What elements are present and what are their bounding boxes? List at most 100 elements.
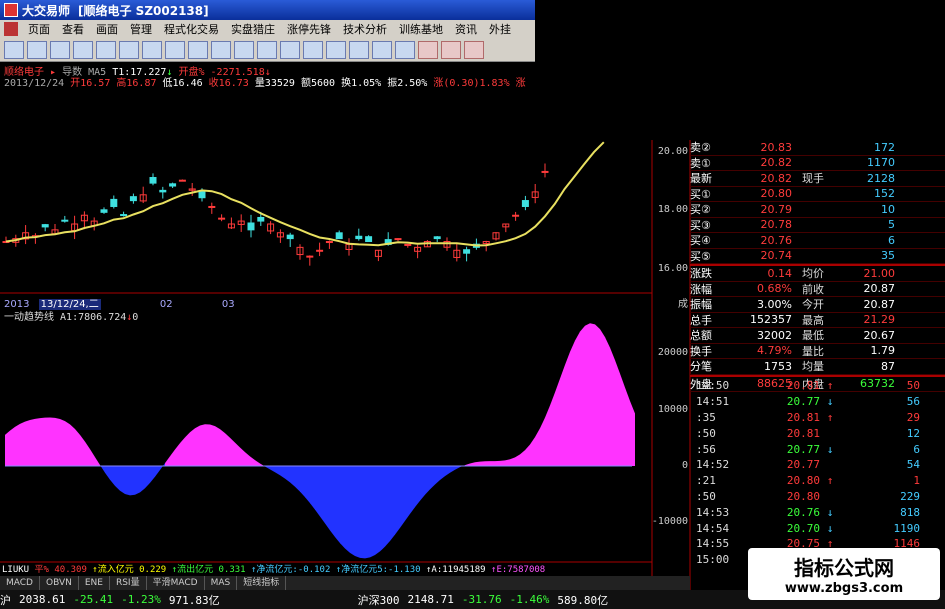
toolbar-button-icon[interactable] — [326, 40, 346, 59]
oscillator-bar — [245, 452, 250, 466]
candle-body — [169, 183, 177, 187]
toolbar-button-icon[interactable] — [395, 40, 415, 59]
quote-volume: 1170 — [867, 156, 895, 170]
oscillator-bar — [420, 466, 425, 501]
oscillator-bar — [440, 466, 445, 481]
capital-flow-bar: LIUKU 平% 40.309 ↑流入亿元 0.229 ↑流出亿元 0.331 … — [0, 562, 652, 576]
menu-page[interactable]: 页面 — [22, 21, 56, 37]
oscillator-bar — [525, 444, 530, 466]
tab-short-indicator[interactable]: 短线指标 — [237, 576, 287, 590]
tick-volume: 29 — [906, 410, 920, 424]
menu-program-trading[interactable]: 程式化交易 — [158, 21, 225, 37]
oscillator-bar — [25, 419, 30, 466]
tab-ene[interactable]: ENE — [79, 576, 110, 590]
quote-label2: 现手 — [802, 172, 824, 186]
toolbar-button-icon[interactable] — [73, 40, 93, 59]
tab-obvn[interactable]: OBVN — [40, 576, 79, 590]
toolbar-button-icon[interactable] — [119, 40, 139, 59]
toolbar-button-icon[interactable] — [188, 40, 208, 59]
candle-body — [208, 205, 216, 208]
oscillator-bar — [305, 466, 310, 504]
oscillator-bar — [270, 466, 275, 473]
oscillator-bar — [220, 429, 225, 466]
tick-price: 20.81 — [786, 426, 820, 440]
oscillator-bar — [625, 387, 630, 466]
tick-arrow: ↑ — [826, 474, 834, 488]
oscillator-bar — [505, 459, 510, 466]
toolbar-button-icon[interactable] — [50, 40, 70, 59]
tab-mas[interactable]: MAS — [205, 576, 238, 590]
info-close: 收16.73 — [208, 78, 249, 89]
menu-news[interactable]: 资讯 — [449, 21, 483, 37]
oscillator-bar — [225, 433, 230, 466]
osc-axis-neg10000: -10000 — [651, 516, 688, 527]
info-low: 低16.46 — [162, 78, 203, 89]
oscillator-bar — [115, 466, 120, 491]
tab-macd[interactable]: MACD — [0, 576, 40, 590]
toolbar-button-icon[interactable] — [96, 40, 116, 59]
quote-label: 卖② — [690, 141, 711, 155]
oscillator-bar — [570, 340, 575, 466]
quote-stat-value2: 20.67 — [863, 328, 896, 342]
tab-rsi[interactable]: RSI量 — [110, 576, 147, 590]
toolbar-button-icon[interactable] — [372, 40, 392, 59]
capflow-a: LIUKU — [2, 565, 30, 575]
oscillator-bar — [345, 466, 350, 553]
quote-volume: 6 — [888, 233, 895, 247]
date-axis-month1: 02 — [159, 299, 173, 310]
toolbar-button-icon[interactable] — [211, 40, 231, 59]
candle-body — [531, 191, 539, 198]
menu-limit-up[interactable]: 涨停先锋 — [281, 21, 337, 37]
date-axis-month2: 03 — [221, 299, 235, 310]
oscillator-bar — [55, 417, 60, 466]
quote-stat-label2: 均量 — [802, 360, 824, 374]
candle-body — [423, 241, 431, 248]
oscillator-bar — [510, 457, 515, 466]
line-tool-icon[interactable] — [441, 40, 461, 59]
menu-training[interactable]: 训练基地 — [393, 21, 449, 37]
candle-body — [110, 198, 118, 207]
menu-logo-icon[interactable] — [4, 22, 18, 36]
toolbar-button-icon[interactable] — [280, 40, 300, 59]
tick-row: 14:51 20.77 ↓ 56 — [690, 394, 945, 410]
title-bar: 大交易师 [顺络电子 SZ002138] — [0, 0, 535, 20]
oscillator-bar — [465, 463, 470, 466]
menu-live-trading[interactable]: 实盘猎庄 — [225, 21, 281, 37]
menu-plugin[interactable]: 外挂 — [483, 21, 517, 37]
status-sh-label: 沪 — [0, 593, 11, 607]
toolbar-button-icon[interactable] — [349, 40, 369, 59]
toolbar-button-icon[interactable] — [4, 40, 24, 59]
toolbar-button-icon[interactable] — [27, 40, 47, 59]
oscillator-bar — [580, 325, 585, 466]
menu-tech-analysis[interactable]: 技术分析 — [337, 21, 393, 37]
tick-time: 14:50 — [696, 379, 730, 393]
info-turnover: 换1.05% — [341, 78, 382, 89]
toolbar-button-icon[interactable] — [257, 40, 277, 59]
oscillator-bar — [340, 466, 345, 549]
draw-tool-icon[interactable] — [418, 40, 438, 59]
candle-body — [22, 232, 30, 240]
app-title: 大交易师 — [22, 3, 71, 18]
oscillator-bar — [555, 378, 560, 466]
axis-unit-label: 成 — [678, 299, 688, 310]
menu-screen[interactable]: 画面 — [90, 21, 124, 37]
oscillator-bar — [350, 466, 355, 557]
quote-stat-label2: 量比 — [802, 344, 824, 358]
menu-view[interactable]: 查看 — [56, 21, 90, 37]
channel-tool-icon[interactable] — [464, 40, 484, 59]
oscillator-bar — [385, 466, 390, 547]
toolbar-button-icon[interactable] — [234, 40, 254, 59]
info-volume: 量33529 — [254, 78, 295, 89]
status-hs300-label: 沪深300 — [357, 593, 400, 607]
toolbar-button-icon[interactable] — [142, 40, 162, 59]
quote-stat-value: 1753 — [764, 359, 792, 373]
toolbar-button-icon[interactable] — [165, 40, 185, 59]
menu-manage[interactable]: 管理 — [124, 21, 158, 37]
tab-smooth-macd[interactable]: 平滑MACD — [147, 576, 205, 590]
candle-body — [188, 188, 196, 191]
tick-volume: 818 — [900, 505, 920, 519]
toolbar-button-icon[interactable] — [303, 40, 323, 59]
quote-stat-label2: 前收 — [802, 282, 824, 296]
tick-volume: 1190 — [893, 521, 921, 535]
oscillator-bar — [260, 463, 265, 467]
